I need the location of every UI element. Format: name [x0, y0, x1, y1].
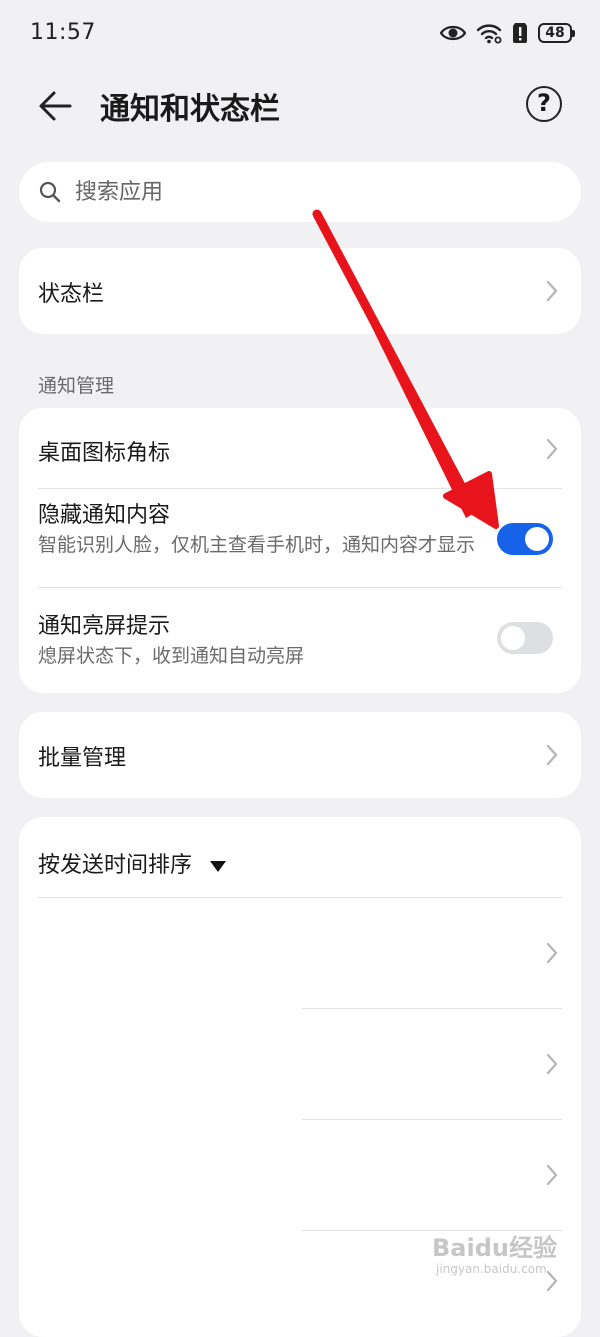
- chevron-right-icon: [546, 1053, 558, 1075]
- row-hide-content[interactable]: 隐藏通知内容 智能识别人脸，仅机主查看手机时，通知内容才显示: [19, 489, 581, 587]
- status-bar-row[interactable]: 状态栏: [19, 248, 581, 334]
- chevron-right-icon: [546, 942, 558, 964]
- caret-down-icon: [210, 860, 227, 872]
- alert-icon: [513, 23, 527, 43]
- status-time: 11:57: [30, 20, 96, 45]
- app-list-item[interactable]: [19, 1120, 581, 1230]
- search-icon: [39, 181, 61, 203]
- section-label-notification: 通知管理: [38, 375, 115, 397]
- battery-icon: 48: [538, 23, 575, 43]
- status-icons: 48: [440, 22, 575, 44]
- toggle-knob: [525, 527, 549, 551]
- batch-row-label: 批量管理: [38, 746, 127, 771]
- status-bar-row-label: 状态栏: [38, 282, 105, 307]
- watermark-brand: Baidu经验: [432, 1234, 557, 1262]
- baidu-watermark: Baidu经验 jingyan.baidu.com: [432, 1228, 572, 1284]
- eye-icon: [440, 25, 466, 41]
- header: 通知和状态栏 ?: [0, 70, 600, 150]
- sort-label: 按发送时间排序: [38, 853, 193, 878]
- row-wake-screen[interactable]: 通知亮屏提示 熄屏状态下，收到通知自动亮屏: [19, 588, 581, 693]
- status-bar-card: 状态栏: [19, 248, 581, 334]
- toggle-knob: [501, 626, 525, 650]
- watermark-url: jingyan.baidu.com: [436, 1262, 547, 1276]
- wifi-icon: [476, 24, 502, 44]
- batch-row[interactable]: 批量管理: [19, 712, 581, 798]
- notification-card: 桌面图标角标 隐藏通知内容 智能识别人脸，仅机主查看手机时，通知内容才显示 通知…: [19, 408, 581, 693]
- app-list-item[interactable]: [19, 1009, 581, 1119]
- help-icon[interactable]: ?: [526, 86, 562, 122]
- page-title: 通知和状态栏: [100, 92, 280, 127]
- chevron-right-icon: [546, 1164, 558, 1186]
- chevron-right-icon: [546, 280, 558, 302]
- chevron-right-icon: [546, 438, 558, 460]
- app-list-item[interactable]: [19, 898, 581, 1008]
- chevron-right-icon: [546, 744, 558, 766]
- row-badge[interactable]: 桌面图标角标: [19, 408, 581, 488]
- back-arrow-icon[interactable]: [36, 86, 76, 126]
- batch-card: 批量管理: [19, 712, 581, 798]
- wake-screen-toggle[interactable]: [497, 622, 553, 654]
- row-badge-label: 桌面图标角标: [38, 441, 171, 466]
- search-bar[interactable]: [19, 162, 581, 222]
- row-hide-content-title: 隐藏通知内容: [38, 503, 171, 528]
- hide-content-toggle[interactable]: [497, 523, 553, 555]
- sort-dropdown[interactable]: 按发送时间排序: [38, 847, 227, 879]
- search-input[interactable]: [75, 162, 555, 222]
- row-wake-screen-subtitle: 熄屏状态下，收到通知自动亮屏: [38, 645, 305, 667]
- status-bar: 11:57 48: [0, 0, 600, 70]
- row-hide-content-subtitle: 智能识别人脸，仅机主查看手机时，通知内容才显示: [38, 534, 476, 556]
- row-wake-screen-title: 通知亮屏提示: [38, 614, 171, 639]
